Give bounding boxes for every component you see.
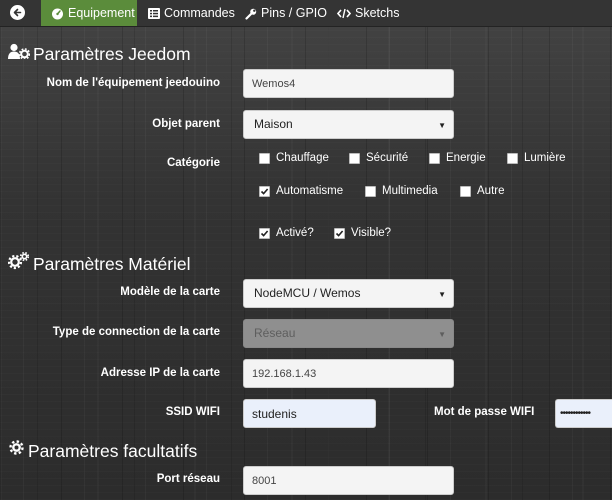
tab-equipement-label: Equipement	[68, 6, 135, 20]
category-chauffage-label: Chauffage	[276, 152, 329, 164]
equipment-name-input[interactable]	[243, 69, 454, 98]
section-title-jeedom-text: Paramètres Jeedom	[33, 44, 191, 64]
checkmark-icon	[260, 230, 269, 237]
dropdown-caret-icon: ▼	[438, 290, 446, 299]
activated-checkbox[interactable]: Activé?	[259, 227, 314, 241]
checkbox-box[interactable]	[429, 153, 440, 164]
checkbox-box[interactable]	[460, 186, 471, 197]
checkbox-box-checked[interactable]	[259, 186, 270, 197]
board-ip-label: Adresse IP de la carte	[100, 367, 220, 379]
visible-checkbox[interactable]: Visible?	[334, 227, 391, 241]
checkmark-icon	[335, 230, 344, 237]
category-checkbox-energie[interactable]: Energie	[429, 152, 486, 166]
checkbox-box[interactable]	[507, 153, 518, 164]
category-autre-label: Autre	[477, 185, 505, 197]
parent-object-value: Maison	[254, 117, 293, 131]
network-port-label: Port réseau	[156, 473, 220, 485]
tab-commandes[interactable]: Commandes	[148, 0, 235, 26]
cog-icon	[8, 439, 25, 461]
connection-type-value: Réseau	[254, 326, 296, 340]
cogs-icon	[7, 251, 30, 275]
parent-object-select[interactable]: Maison ▼	[243, 110, 454, 139]
tab-sketchs[interactable]: Sketchs	[337, 0, 399, 26]
checkbox-box[interactable]	[259, 153, 270, 164]
category-lumiere-label: Lumière	[524, 152, 566, 164]
tachometer-icon	[51, 7, 64, 20]
ssid-wifi-input[interactable]	[243, 399, 376, 428]
tab-equipement[interactable]: Equipement	[41, 0, 137, 26]
board-ip-input[interactable]	[243, 359, 454, 388]
category-energie-label: Energie	[446, 152, 486, 164]
section-title-materiel-text: Paramètres Matériel	[33, 254, 191, 275]
list-icon	[148, 8, 160, 20]
activated-label: Activé?	[276, 227, 314, 239]
section-title-jeedom: Paramètres Jeedom	[8, 43, 191, 66]
tab-pins-gpio-label: Pins / GPIO	[261, 6, 327, 20]
category-checkbox-autre[interactable]: Autre	[460, 185, 505, 199]
ssid-wifi-label: SSID WIFI	[165, 406, 220, 418]
wrench-icon	[245, 8, 257, 20]
checkbox-box[interactable]	[365, 186, 376, 197]
category-checkbox-automatisme[interactable]: Automatisme	[259, 185, 343, 199]
parent-object-label: Objet parent	[152, 118, 220, 130]
board-model-select[interactable]: NodeMCU / Wemos ▼	[243, 279, 454, 308]
connection-type-label: Type de connection de la carte	[52, 326, 220, 338]
wifi-password-label: Mot de passe WIFI	[434, 406, 535, 418]
section-title-materiel: Paramètres Matériel	[7, 251, 191, 277]
connection-type-select: Réseau ▼	[243, 319, 454, 348]
tab-commandes-label: Commandes	[164, 6, 235, 20]
category-multimedia-label: Multimedia	[382, 185, 438, 197]
board-model-label: Modèle de la carte	[120, 286, 220, 298]
dropdown-caret-icon: ▼	[438, 121, 446, 130]
category-checkbox-multimedia[interactable]: Multimedia	[365, 185, 438, 199]
checkmark-icon	[260, 188, 269, 195]
back-arrow-icon[interactable]	[10, 5, 25, 20]
network-port-input[interactable]	[243, 466, 454, 495]
equipment-name-label: Nom de l'équipement jeedouino	[46, 77, 220, 89]
category-securite-label: Sécurité	[366, 152, 409, 164]
section-title-facultatifs-text: Paramètres facultatifs	[28, 441, 198, 461]
wifi-password-input[interactable]: ••••••••••••	[555, 399, 612, 428]
tab-sketchs-label: Sketchs	[355, 6, 400, 20]
dropdown-caret-icon: ▼	[438, 330, 446, 339]
code-icon	[337, 8, 351, 19]
section-title-facultatifs: Paramètres facultatifs	[8, 439, 198, 463]
top-nav-bar: Equipement Commandes Pins / GPIO Sketchs	[0, 0, 612, 27]
checkbox-box-checked[interactable]	[259, 228, 270, 239]
category-checkbox-securite[interactable]: Sécurité	[349, 152, 408, 166]
category-label: Catégorie	[166, 157, 220, 169]
checkbox-box-checked[interactable]	[334, 228, 345, 239]
visible-label: Visible?	[351, 227, 392, 239]
user-cog-icon	[8, 43, 31, 64]
checkbox-box[interactable]	[349, 153, 360, 164]
category-checkbox-chauffage[interactable]: Chauffage	[259, 152, 329, 166]
category-checkbox-lumiere[interactable]: Lumière	[507, 152, 566, 166]
tab-pins-gpio[interactable]: Pins / GPIO	[245, 0, 327, 26]
category-automatisme-label: Automatisme	[276, 185, 344, 197]
board-model-value: NodeMCU / Wemos	[254, 286, 361, 300]
